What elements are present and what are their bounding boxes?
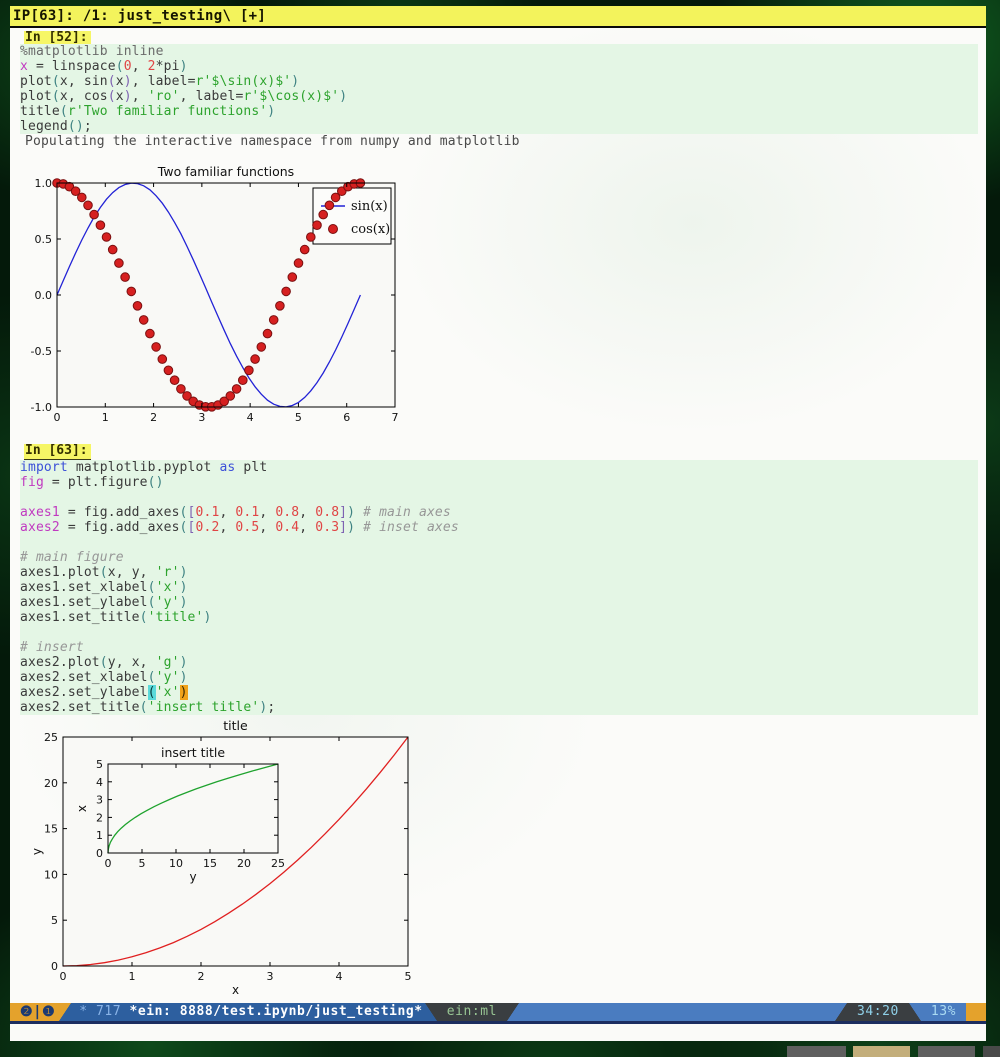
svg-text:5: 5 xyxy=(295,411,302,424)
svg-text:5: 5 xyxy=(139,857,146,870)
modeline-separator xyxy=(909,1003,921,1021)
modified-flag: * xyxy=(79,1004,87,1019)
modeline-separator xyxy=(59,1003,71,1021)
cell-input-in52[interactable]: %matplotlib inlinex = linspace(0, 2*pi)p… xyxy=(20,44,978,134)
minor-mode: ein:ml xyxy=(437,1003,507,1021)
svg-text:1: 1 xyxy=(102,411,109,424)
line-number: 717 xyxy=(96,1004,121,1019)
svg-text:cos(x): cos(x) xyxy=(351,222,390,237)
svg-text:5: 5 xyxy=(96,758,103,771)
svg-text:10: 10 xyxy=(44,868,58,881)
svg-text:title: title xyxy=(223,718,248,733)
plot-two-familiar-functions: sin(x) cos(x) 0 1 2 3 4 5 6 7 -1.0 -0.5 0.0 0.5 1.0 Two… xyxy=(18,162,418,434)
svg-text:0: 0 xyxy=(105,857,112,870)
emacs-frame: IP[63]: /1: just_testing\ [+] In [52]: %… xyxy=(10,6,986,1041)
echo-area[interactable] xyxy=(10,1024,986,1041)
plot-title-with-inset: 0 1 2 3 4 5 0 5 10 15 20 25 title x y 0 5 10 15 20 25 0 1 2 3 4 5 i… xyxy=(20,718,430,1003)
svg-text:insert title: insert title xyxy=(161,745,225,760)
cell-output-text: Populating the interactive namespace fro… xyxy=(25,134,520,149)
taskbar-window-block[interactable] xyxy=(918,1046,975,1057)
modeline-filler xyxy=(519,1003,835,1021)
notebook-title: IP[63]: /1: just_testing\ [+] xyxy=(13,8,266,24)
svg-text:4: 4 xyxy=(336,970,343,983)
svg-text:0: 0 xyxy=(60,970,67,983)
taskbar-window-block[interactable] xyxy=(983,1046,1000,1057)
svg-text:-0.5: -0.5 xyxy=(31,345,52,358)
svg-text:sin(x): sin(x) xyxy=(351,199,388,214)
svg-text:Two familiar functions: Two familiar functions xyxy=(157,164,294,179)
notebook-buffer[interactable]: In [52]: %matplotlib inlinex = linspace(… xyxy=(10,28,986,1003)
buffer-name: *ein: 8888/test.ipynb/just_testing* xyxy=(130,1004,423,1019)
modeline[interactable]: ❷|❶ * 717 *ein: 8888/test.ipynb/just_tes… xyxy=(10,1003,986,1021)
svg-text:0: 0 xyxy=(96,847,103,860)
svg-text:0.5: 0.5 xyxy=(35,233,53,246)
svg-text:0.0: 0.0 xyxy=(35,289,53,302)
svg-text:2: 2 xyxy=(150,411,157,424)
taskbar-window-block[interactable] xyxy=(787,1046,846,1057)
modeline-separator xyxy=(835,1003,847,1021)
svg-text:2: 2 xyxy=(198,970,205,983)
svg-text:20: 20 xyxy=(44,777,58,790)
svg-text:y: y xyxy=(30,848,44,855)
svg-text:1: 1 xyxy=(129,970,136,983)
svg-text:25: 25 xyxy=(271,857,285,870)
modeline-separator xyxy=(425,1003,437,1021)
svg-text:x: x xyxy=(232,983,239,997)
svg-text:-1.0: -1.0 xyxy=(31,401,52,414)
svg-text:3: 3 xyxy=(267,970,274,983)
svg-text:5: 5 xyxy=(51,914,58,927)
svg-text:x: x xyxy=(75,805,89,812)
svg-text:5: 5 xyxy=(405,970,412,983)
svg-text:10: 10 xyxy=(169,857,183,870)
cell-prompt-in63: In [63]: xyxy=(24,444,91,460)
svg-text:15: 15 xyxy=(44,823,58,836)
window-number-icon: ❷|❶ xyxy=(10,1003,59,1021)
svg-text:20: 20 xyxy=(237,857,251,870)
svg-text:y: y xyxy=(189,870,196,884)
battery-indicator: 13% xyxy=(921,1003,966,1021)
svg-text:0: 0 xyxy=(51,960,58,973)
svg-text:4: 4 xyxy=(96,776,103,789)
svg-text:2: 2 xyxy=(96,811,103,824)
svg-text:3: 3 xyxy=(96,794,103,807)
svg-text:1: 1 xyxy=(96,829,103,842)
svg-text:4: 4 xyxy=(247,411,254,424)
cell-input-in63[interactable]: import matplotlib.pyplot as pltfig = plt… xyxy=(20,460,978,715)
taskbar-window-block[interactable] xyxy=(853,1046,910,1057)
svg-text:0: 0 xyxy=(54,411,61,424)
desktop: IP[63]: /1: just_testing\ [+] In [52]: %… xyxy=(0,0,1000,1057)
svg-text:7: 7 xyxy=(392,411,399,424)
svg-text:15: 15 xyxy=(203,857,217,870)
svg-text:3: 3 xyxy=(198,411,205,424)
clock: 34:20 xyxy=(847,1003,909,1021)
svg-text:1.0: 1.0 xyxy=(35,177,53,190)
svg-text:6: 6 xyxy=(343,411,350,424)
modeline-end-block xyxy=(966,1003,986,1021)
modeline-buffer-segment: * 717 *ein: 8888/test.ipynb/just_testing… xyxy=(71,1003,425,1021)
notebook-header-bar[interactable]: IP[63]: /1: just_testing\ [+] xyxy=(10,6,986,28)
svg-text:25: 25 xyxy=(44,731,58,744)
modeline-separator xyxy=(507,1003,519,1021)
